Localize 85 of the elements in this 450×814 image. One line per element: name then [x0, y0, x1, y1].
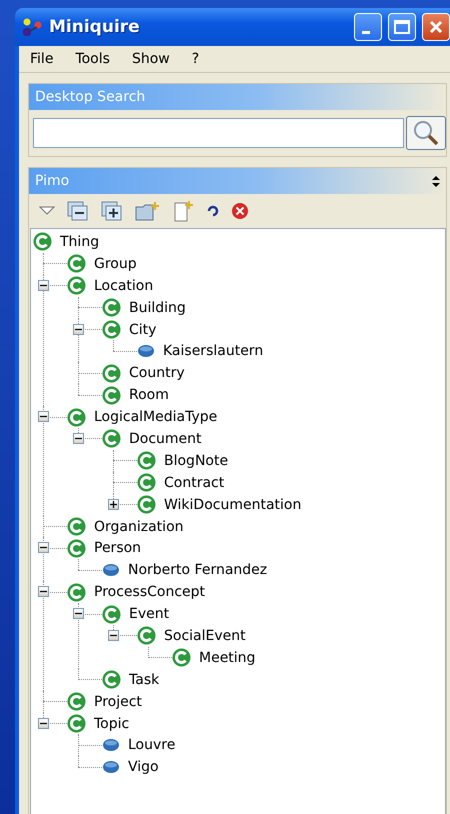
class-icon — [102, 386, 121, 405]
app-logo-icon — [21, 16, 43, 38]
tree-item[interactable]: SocialEvent — [164, 628, 246, 644]
class-icon — [102, 604, 121, 624]
tree-item[interactable]: Building — [129, 300, 186, 316]
close-icon — [429, 20, 443, 34]
tree-item[interactable]: Contract — [164, 474, 224, 491]
class-icon — [67, 276, 86, 296]
search-button[interactable] — [406, 116, 446, 150]
instance-icon — [102, 760, 120, 774]
tree-item[interactable]: City — [129, 322, 156, 338]
expand-toggle[interactable] — [108, 498, 119, 510]
tree-item[interactable]: WikiDocumentation — [164, 496, 302, 513]
menu-item[interactable]: Tools — [64, 51, 121, 67]
tree-item[interactable]: Organization — [94, 518, 184, 535]
expand-all-button[interactable] — [101, 201, 123, 221]
tree-item[interactable]: Event — [129, 606, 170, 622]
close-button[interactable] — [422, 13, 450, 41]
refresh-button[interactable] — [207, 205, 219, 217]
instance-icon — [102, 738, 120, 752]
class-icon — [137, 473, 156, 492]
class-icon — [67, 582, 86, 602]
new-document-button[interactable] — [173, 200, 195, 222]
tree-item[interactable]: LogicalMediaType — [94, 409, 218, 426]
tree-item[interactable]: Group — [94, 256, 137, 272]
tree-item[interactable]: Kaiserslautern — [163, 343, 264, 360]
dropdown-button[interactable] — [39, 206, 55, 216]
class-icon — [67, 692, 86, 712]
collapse-toggle[interactable] — [38, 411, 49, 422]
collapse-toggle[interactable] — [38, 280, 49, 291]
class-icon — [137, 451, 156, 470]
maximize-button[interactable] — [388, 13, 416, 41]
tree-item[interactable]: Topic — [94, 716, 130, 732]
class-icon — [67, 714, 86, 734]
class-icon — [137, 626, 156, 646]
plus-icon — [110, 500, 117, 508]
tree-item[interactable]: Country — [129, 365, 185, 382]
tree-item[interactable]: Location — [94, 278, 154, 294]
tree-item[interactable]: Person — [94, 540, 142, 556]
window-title: Miniquire — [49, 17, 141, 37]
class-icon — [102, 670, 121, 690]
tree-item[interactable]: Meeting — [199, 650, 256, 666]
tree-item[interactable]: Task — [129, 672, 160, 688]
instance-icon — [137, 344, 155, 358]
tree-item[interactable]: Thing — [60, 234, 100, 250]
class-icon — [67, 517, 86, 536]
tree-item[interactable]: BlogNote — [164, 452, 228, 469]
class-icon — [102, 364, 121, 383]
collapse-toggle[interactable] — [108, 630, 119, 642]
class-icon — [67, 408, 86, 427]
tree-item[interactable]: ProcessConcept — [94, 584, 206, 600]
collapse-toggle[interactable] — [73, 433, 84, 444]
menu-item[interactable]: File — [19, 51, 64, 67]
class-icon — [67, 538, 86, 558]
panel-title: Pimo — [35, 173, 70, 189]
collapse-all-button[interactable] — [67, 201, 89, 221]
panel-title: Desktop Search — [35, 89, 146, 105]
tree-item[interactable]: Vigo — [128, 759, 159, 776]
collapse-toggle[interactable] — [38, 718, 49, 729]
minimize-button[interactable] — [354, 13, 382, 41]
tree-item[interactable]: Project — [94, 694, 142, 710]
class-icon — [172, 648, 191, 668]
class-icon — [102, 298, 121, 318]
collapse-toggle[interactable] — [73, 324, 84, 335]
collapse-toggle[interactable] — [38, 586, 49, 598]
collapse-toggle[interactable] — [38, 542, 49, 554]
delete-button[interactable] — [231, 202, 249, 220]
class-icon — [33, 232, 52, 252]
minimize-icon — [362, 30, 370, 34]
class-icon — [137, 495, 156, 514]
collapse-toggle[interactable] — [73, 608, 84, 620]
class-icon — [102, 429, 121, 448]
search-field[interactable] — [33, 118, 404, 148]
tree-item[interactable]: Document — [129, 430, 202, 447]
new-folder-button[interactable] — [135, 201, 161, 221]
sort-arrows-icon — [432, 176, 440, 186]
class-icon — [67, 254, 86, 274]
menu-item[interactable]: Show — [120, 51, 181, 67]
instance-icon — [102, 563, 120, 578]
tree-item[interactable]: Room — [129, 387, 169, 404]
maximize-icon — [394, 20, 410, 34]
menu-item[interactable]: ? — [180, 51, 210, 67]
tree-item[interactable]: Norberto Fernandez — [128, 562, 268, 578]
tree-item[interactable]: Louvre — [128, 737, 176, 754]
class-icon — [102, 320, 121, 339]
